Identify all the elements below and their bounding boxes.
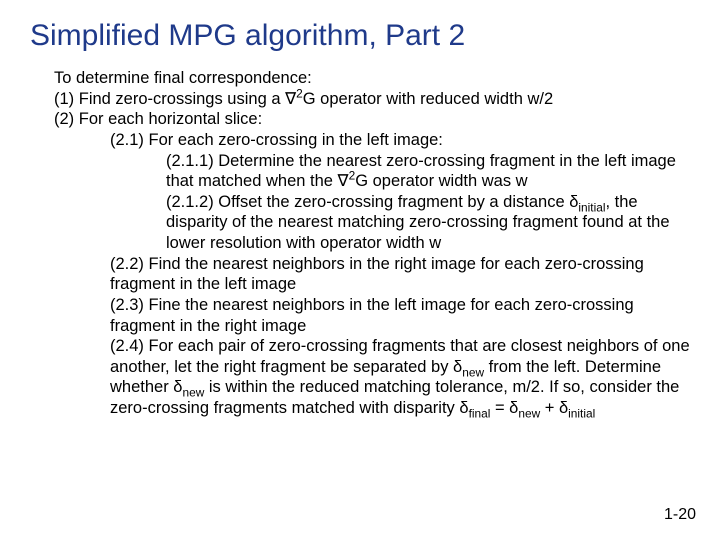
step-2-1: (2.1) For each zero-crossing in the left…: [110, 130, 690, 151]
nabla-icon: ∇: [285, 90, 296, 108]
step-2-2: (2.2) Find the nearest neighbors in the …: [110, 254, 690, 295]
sub-new-3: new: [518, 406, 540, 420]
step-1-text-a: (1) Find zero-crossings using a: [54, 90, 285, 108]
slide-title: Simplified MPG algorithm, Part 2: [30, 18, 690, 54]
sub-initial-2: initial: [568, 406, 595, 420]
nabla-icon: ∇: [338, 172, 349, 190]
step-2-1-2-a: (2.1.2) Offset the zero-crossing fragmen…: [166, 193, 578, 211]
slide: Simplified MPG algorithm, Part 2 To dete…: [0, 0, 720, 540]
step-2-1-1-b: G operator width was w: [355, 172, 527, 190]
step-1-sup: 2: [296, 86, 303, 100]
sub-new-1: new: [462, 365, 484, 379]
step-1: (1) Find zero-crossings using a ∇2G oper…: [54, 89, 690, 110]
step-2-1-2: (2.1.2) Offset the zero-crossing fragmen…: [166, 192, 690, 254]
step-2-4-e: + δ: [540, 399, 568, 417]
sub-initial: initial: [578, 200, 605, 214]
page-number: 1-20: [664, 506, 696, 524]
step-2-4-d: = δ: [490, 399, 518, 417]
slide-body: To determine final correspondence: (1) F…: [30, 68, 690, 419]
step-2-3: (2.3) Fine the nearest neighbors in the …: [110, 295, 690, 336]
intro-line: To determine final correspondence:: [54, 68, 690, 89]
step-2-1-1: (2.1.1) Determine the nearest zero-cross…: [166, 151, 690, 192]
step-1-text-b: G operator with reduced width w/2: [303, 90, 553, 108]
sub-new-2: new: [182, 386, 204, 400]
step-2-4: (2.4) For each pair of zero-crossing fra…: [110, 336, 690, 419]
step-2: (2) For each horizontal slice:: [54, 109, 690, 130]
sub-final: final: [469, 406, 491, 420]
